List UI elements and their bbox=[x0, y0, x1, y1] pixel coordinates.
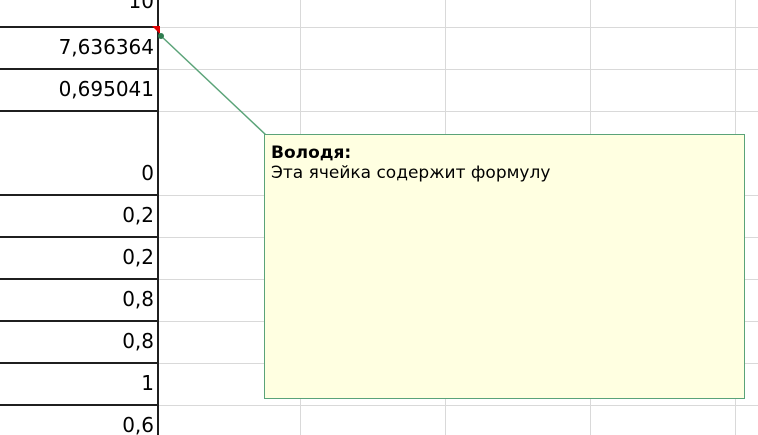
cell-value[interactable]: 0,2 bbox=[0, 247, 154, 267]
cell-value[interactable]: 0,695041 bbox=[0, 79, 154, 99]
cell-border bbox=[0, 26, 158, 28]
cell-value[interactable]: 1 bbox=[0, 373, 154, 393]
cell-border bbox=[0, 194, 158, 196]
cell-value[interactable]: 0 bbox=[0, 163, 154, 183]
cell-border bbox=[0, 320, 158, 322]
row-gridline bbox=[158, 111, 758, 112]
row-gridline bbox=[158, 69, 758, 70]
cell-value[interactable]: 10 bbox=[0, 0, 154, 11]
comment-author: Володя: bbox=[271, 143, 352, 163]
cell-value[interactable]: 7,636364 bbox=[0, 37, 154, 57]
cell-value[interactable]: 0,8 bbox=[0, 289, 154, 309]
row-gridline bbox=[158, 405, 758, 406]
comment-indicator-icon[interactable] bbox=[152, 26, 160, 34]
value-column-border bbox=[157, 0, 159, 435]
cell-border bbox=[0, 362, 158, 364]
comment-text: Эта ячейка содержит формулу bbox=[271, 163, 551, 183]
row-gridline bbox=[158, 27, 758, 28]
cell-value[interactable]: 0,2 bbox=[0, 205, 154, 225]
cell-border bbox=[0, 404, 158, 406]
cell-value[interactable]: 0,6 bbox=[0, 415, 154, 435]
cell-value[interactable]: 0,8 bbox=[0, 331, 154, 351]
cell-border bbox=[0, 236, 158, 238]
cell-border bbox=[0, 278, 158, 280]
cell-comment-note[interactable]: Володя: Эта ячейка содержит формулу bbox=[264, 134, 745, 399]
cell-border bbox=[0, 110, 158, 112]
cell-border bbox=[0, 68, 158, 70]
